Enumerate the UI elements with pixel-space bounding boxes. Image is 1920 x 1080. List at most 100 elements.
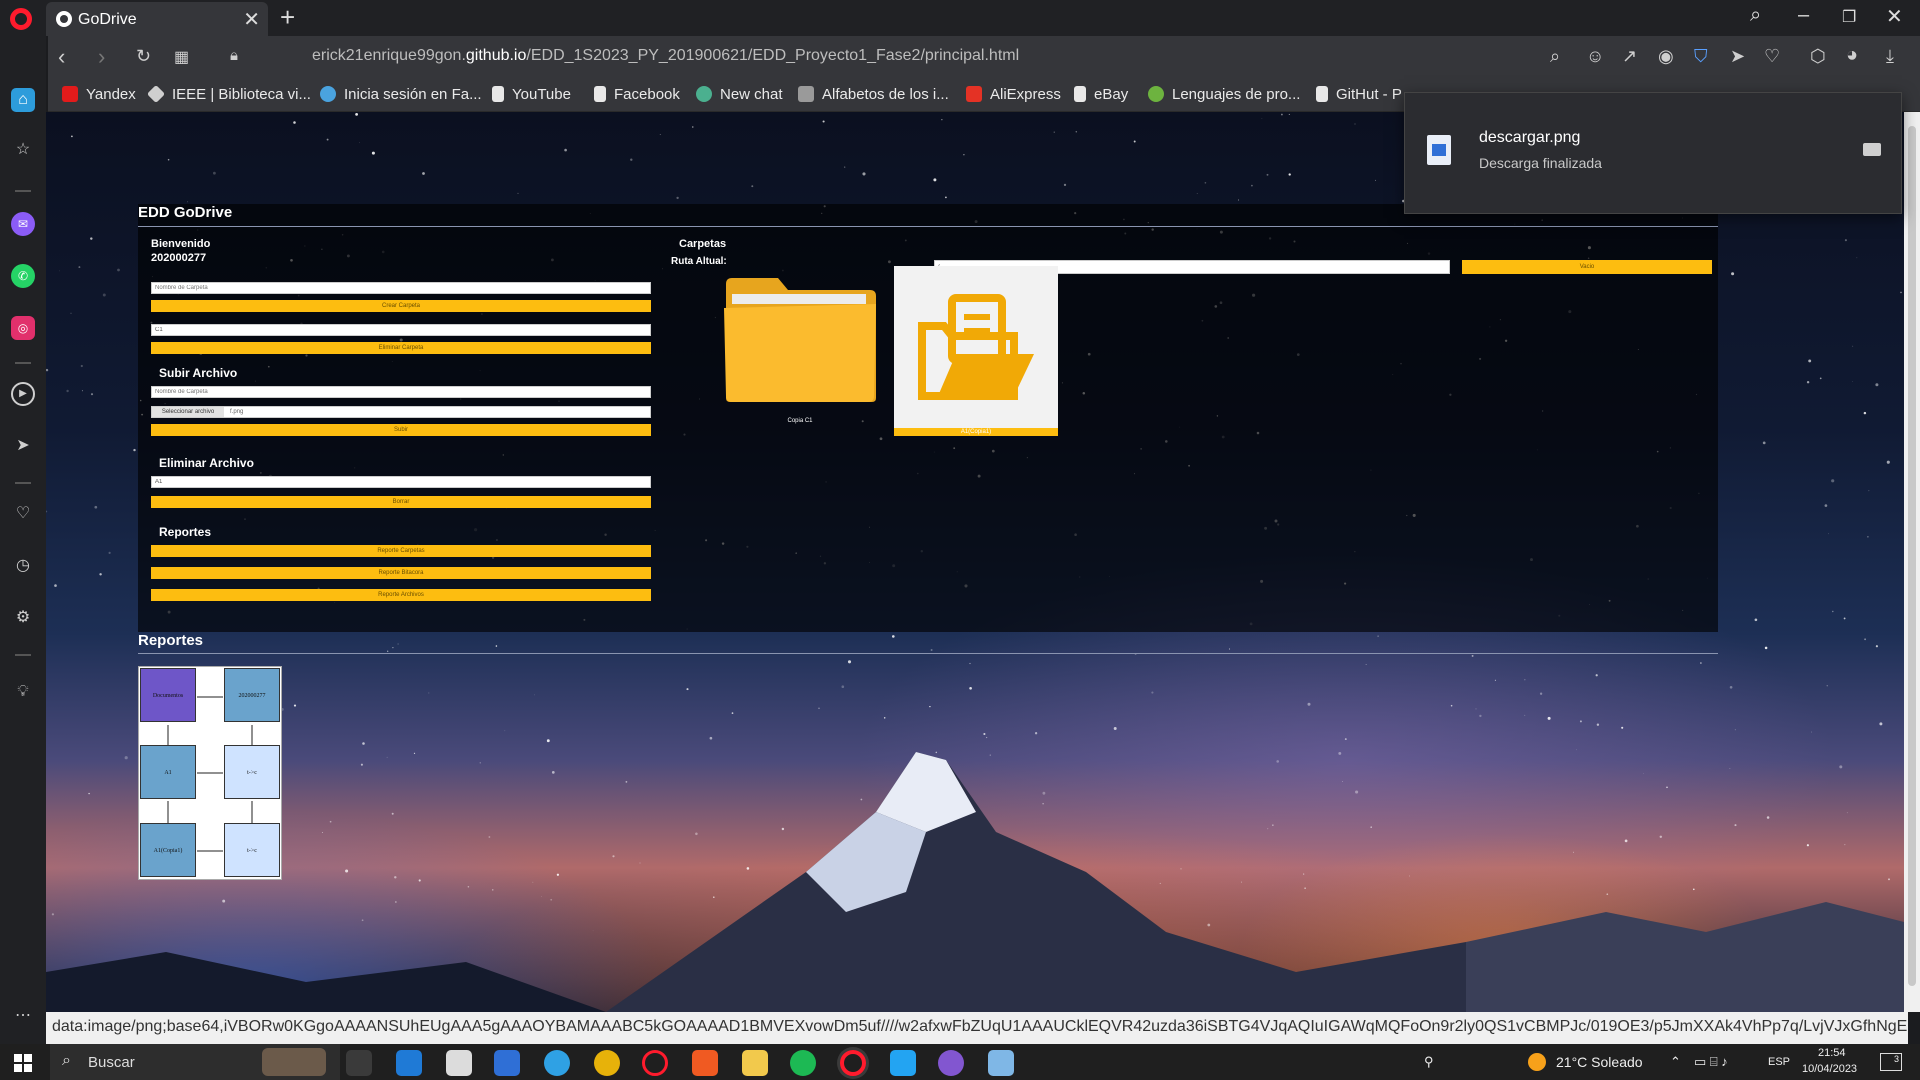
delete-folder-input[interactable] bbox=[151, 324, 651, 336]
edge-icon[interactable] bbox=[544, 1050, 570, 1076]
bookmark-facebook-login[interactable]: Inicia sesión en Fa... bbox=[320, 86, 482, 103]
extensions-cube-icon[interactable]: ⬡ bbox=[1810, 46, 1826, 67]
minimize-button[interactable]: – bbox=[1798, 4, 1809, 27]
reload-icon[interactable]: ↻ bbox=[136, 46, 151, 67]
open-folder-icon[interactable] bbox=[1863, 143, 1881, 156]
bookmark-label: YouTube bbox=[512, 86, 571, 103]
bookmark-aliexpress[interactable]: AliExpress bbox=[966, 86, 1061, 103]
bookmark-label: Facebook bbox=[614, 86, 680, 103]
report-log-button[interactable]: Reporte Bitacora bbox=[151, 567, 651, 579]
tab-close-icon[interactable]: ✕ bbox=[243, 7, 260, 32]
messenger-icon[interactable]: ✉ bbox=[11, 212, 35, 236]
paint-icon[interactable] bbox=[446, 1050, 472, 1076]
opera-gx-icon[interactable] bbox=[642, 1050, 668, 1076]
windows-start-button[interactable] bbox=[14, 1054, 32, 1072]
language-indicator[interactable]: ESP bbox=[1768, 1056, 1790, 1068]
history-clock-icon[interactable]: ◷ bbox=[11, 554, 35, 578]
bookmark-alfabetos[interactable]: Alfabetos de los i... bbox=[798, 86, 949, 103]
opera-logo-icon[interactable] bbox=[10, 8, 32, 30]
vscode-icon[interactable] bbox=[890, 1050, 916, 1076]
brave-icon[interactable] bbox=[692, 1050, 718, 1076]
github-desktop-icon[interactable] bbox=[938, 1050, 964, 1076]
download-file-name[interactable]: descargar.png bbox=[1479, 129, 1580, 147]
more-icon[interactable]: ⋯ bbox=[11, 1004, 35, 1028]
people-icon[interactable]: ⚲ bbox=[1424, 1054, 1434, 1070]
delete-file-input[interactable] bbox=[151, 476, 651, 488]
page-icon bbox=[594, 86, 606, 102]
restore-button[interactable]: ❐ bbox=[1842, 7, 1856, 27]
scrollbar-thumb[interactable] bbox=[1908, 126, 1916, 986]
chrome-icon[interactable] bbox=[594, 1050, 620, 1076]
bookmark-ieee[interactable]: IEEE | Biblioteca vi... bbox=[146, 84, 311, 104]
spotify-icon[interactable] bbox=[790, 1050, 816, 1076]
forward-button[interactable]: › bbox=[98, 44, 105, 70]
emoji-icon[interactable]: ☺ bbox=[1586, 46, 1604, 67]
notifications-icon[interactable]: 3 bbox=[1880, 1053, 1902, 1071]
download-icon[interactable]: ⤓ bbox=[1886, 46, 1894, 67]
mail-icon[interactable] bbox=[396, 1050, 422, 1076]
tab-godrive[interactable]: GoDrive ✕ bbox=[46, 2, 268, 36]
new-tab-button[interactable]: + bbox=[280, 2, 295, 33]
bookmark-facebook[interactable]: Facebook bbox=[594, 86, 680, 103]
adblock-shield-icon[interactable]: ⛉ bbox=[1694, 46, 1708, 67]
file-explorer-icon[interactable] bbox=[742, 1050, 768, 1076]
folder-name-input[interactable] bbox=[151, 282, 651, 294]
delete-folder-button[interactable]: Eliminar Carpeta bbox=[151, 342, 651, 354]
close-window-button[interactable]: ✕ bbox=[1886, 4, 1903, 29]
graph-node: A1 bbox=[140, 745, 196, 799]
weather-text[interactable]: 21°C Soleado bbox=[1556, 1054, 1643, 1070]
graph-node: Documentos bbox=[140, 668, 196, 722]
send-icon[interactable]: ➤ bbox=[1730, 46, 1745, 67]
bookmark-lenguajes[interactable]: Lenguajes de pro... bbox=[1148, 86, 1300, 103]
settings-gear-icon[interactable]: ⚙ bbox=[11, 606, 35, 630]
choose-file-button[interactable]: Seleccionar archivo bbox=[152, 407, 224, 417]
profile-icon[interactable]: ◕ bbox=[1846, 44, 1858, 67]
report-graph-image[interactable]: Documentos 202000277 A1 t->c A1(Copia1) … bbox=[138, 666, 282, 880]
go-path-button[interactable]: Vacio bbox=[1462, 260, 1712, 274]
bookmark-youtube[interactable]: YouTube bbox=[492, 86, 571, 103]
clock-date[interactable]: 10/04/2023 bbox=[1802, 1063, 1857, 1075]
gear-green-icon bbox=[1148, 86, 1164, 102]
folder-icon[interactable] bbox=[722, 274, 878, 404]
delete-file-button[interactable]: Borrar bbox=[151, 496, 651, 508]
store-icon[interactable] bbox=[494, 1050, 520, 1076]
instagram-icon[interactable]: ◎ bbox=[11, 316, 35, 340]
snapshot-icon[interactable]: ◉ bbox=[1658, 46, 1674, 67]
file-card[interactable]: A1(Copia1) bbox=[894, 266, 1058, 436]
tray-icons[interactable]: ▭ ⌸ ♪ bbox=[1694, 1054, 1728, 1070]
url-field[interactable]: erick21enrique99gon.github.io/EDD_1S2023… bbox=[312, 47, 1019, 65]
report-files-button[interactable]: Reporte Archivos bbox=[151, 589, 651, 601]
clock-time[interactable]: 21:54 bbox=[1818, 1047, 1846, 1059]
folder-item-label: Copia C1 bbox=[787, 418, 813, 424]
player-icon[interactable]: ▶ bbox=[11, 382, 35, 406]
tabs-grid-icon[interactable]: ▦ bbox=[174, 47, 189, 67]
share-icon[interactable]: ↗ bbox=[1622, 46, 1637, 67]
bookmark-ebay[interactable]: eBay bbox=[1074, 86, 1128, 103]
app-icon[interactable] bbox=[988, 1050, 1014, 1076]
upload-button[interactable]: Subir bbox=[151, 424, 651, 436]
heart-icon[interactable]: ♡ bbox=[11, 502, 35, 526]
task-view-icon[interactable] bbox=[346, 1050, 372, 1076]
bookmark-label: IEEE | Biblioteca vi... bbox=[172, 86, 311, 103]
page-icon bbox=[1074, 86, 1086, 102]
heart-icon[interactable]: ♡ bbox=[1764, 46, 1780, 67]
back-button[interactable]: ‹ bbox=[58, 44, 65, 70]
whatsapp-icon[interactable]: ✆ bbox=[11, 264, 35, 288]
bookmarks-star-icon[interactable]: ☆ bbox=[11, 138, 35, 162]
lightbulb-icon[interactable]: 💡︎ bbox=[11, 680, 35, 704]
search-page-icon[interactable]: ⌕ bbox=[1550, 46, 1560, 67]
opera-icon[interactable] bbox=[840, 1050, 866, 1076]
bookmark-yandex[interactable]: Yandex bbox=[62, 86, 136, 103]
create-folder-button[interactable]: Crear Carpeta bbox=[151, 300, 651, 312]
search-tabs-icon[interactable]: ⌕ bbox=[1750, 4, 1761, 27]
taskbar-search[interactable]: ⌕ Buscar bbox=[50, 1044, 340, 1080]
page-scrollbar[interactable] bbox=[1904, 112, 1920, 1012]
send-icon[interactable]: ➤ bbox=[11, 434, 35, 458]
report-folders-button[interactable]: Reporte Carpetas bbox=[151, 545, 651, 557]
file-input[interactable]: Seleccionar archivo f.png bbox=[151, 406, 651, 418]
home-icon[interactable]: ⌂ bbox=[11, 88, 35, 112]
bookmark-new-chat[interactable]: New chat bbox=[696, 86, 783, 103]
tray-chevron-icon[interactable]: ⌃ bbox=[1670, 1054, 1681, 1070]
bookmark-github[interactable]: GitHut - P bbox=[1316, 86, 1402, 103]
upload-folder-name-input[interactable] bbox=[151, 386, 651, 398]
